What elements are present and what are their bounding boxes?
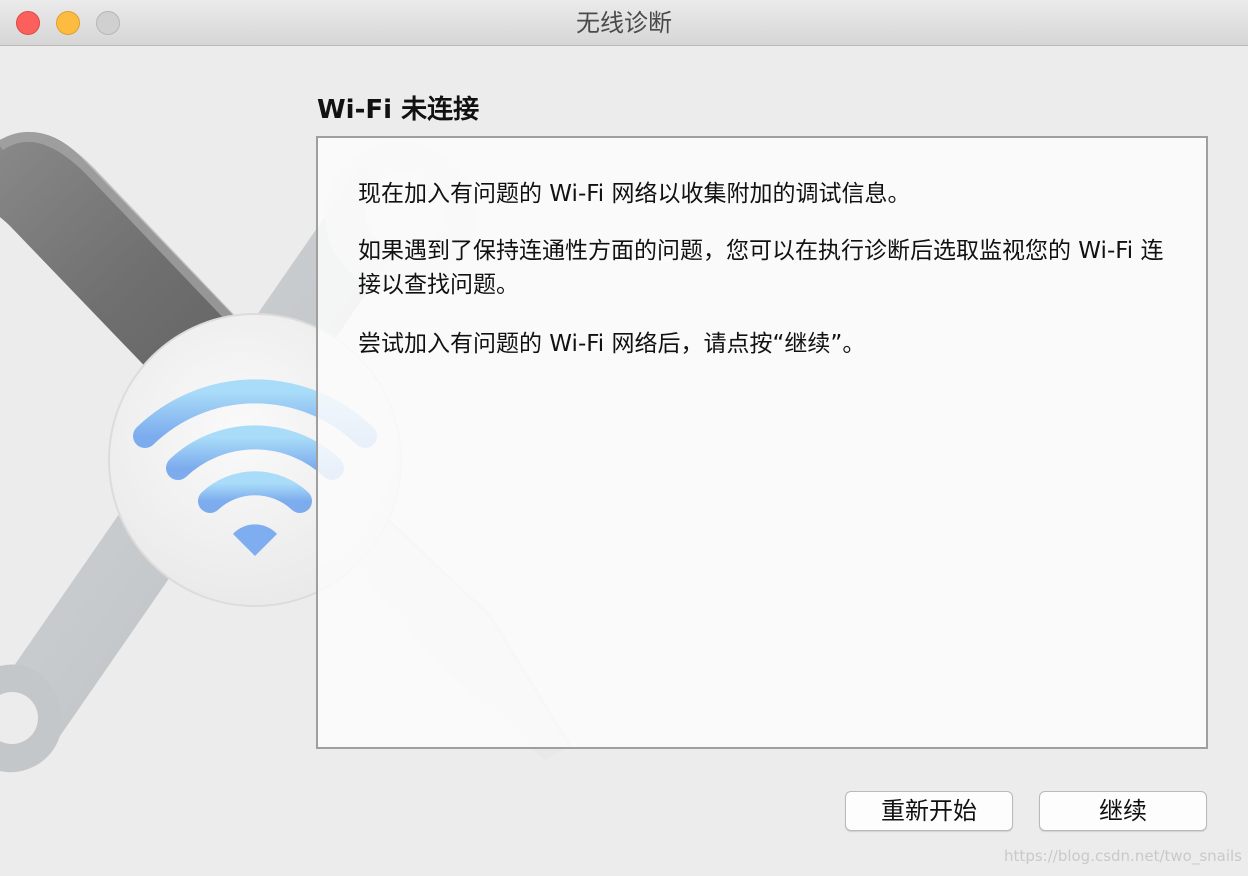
restart-button[interactable]: 重新开始 <box>845 791 1013 831</box>
instruction-paragraph: 现在加入有问题的 Wi-Fi 网络以收集附加的调试信息。 <box>358 181 911 207</box>
title-bar[interactable]: 无线诊断 <box>0 0 1248 46</box>
watermark-text: https://blog.csdn.net/two_snails <box>1004 847 1242 865</box>
window-title: 无线诊断 <box>576 9 672 37</box>
continue-button[interactable]: 继续 <box>1039 791 1207 831</box>
status-heading: Wi-Fi 未连接 <box>317 95 480 125</box>
info-panel: 现在加入有问题的 Wi-Fi 网络以收集附加的调试信息。 如果遇到了保持连通性方… <box>316 136 1208 749</box>
continue-paragraph: 尝试加入有问题的 Wi-Fi 网络后，请点按“继续”。 <box>358 331 866 357</box>
diagnostics-window: 无线诊断 Wi-Fi 未连接 现在加入有问题的 Wi-Fi 网络以收集附加的调试… <box>0 0 1248 876</box>
monitor-paragraph: 如果遇到了保持连通性方面的问题，您可以在执行诊断后选取监视您的 Wi-Fi 连接… <box>358 238 1164 298</box>
